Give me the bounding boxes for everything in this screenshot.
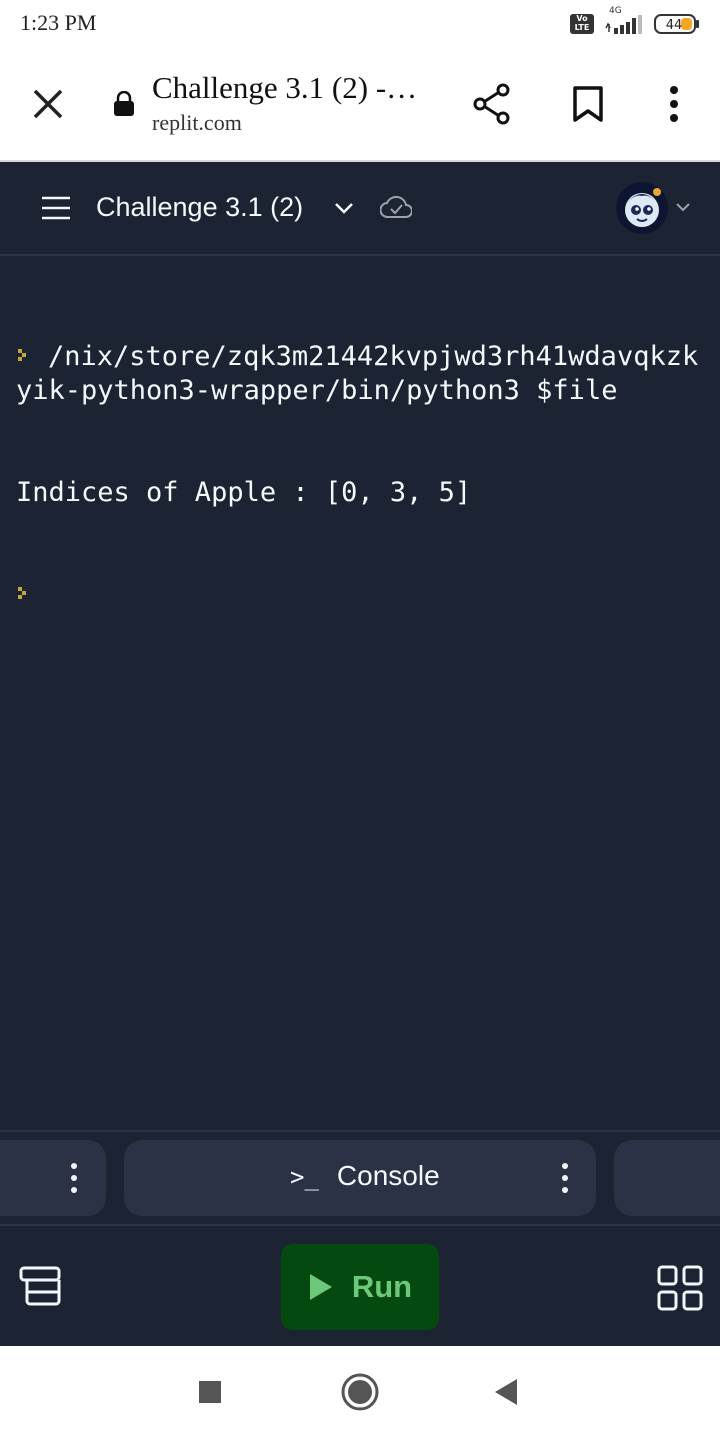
home-button[interactable] bbox=[340, 1372, 380, 1412]
repl-name[interactable]: Challenge 3.1 (2) bbox=[96, 192, 303, 223]
console-line: /nix/store/zqk3m21442kvpjwd3rh41wdavqkzk… bbox=[16, 340, 706, 408]
run-button[interactable]: Run bbox=[281, 1244, 439, 1330]
console-prompt bbox=[16, 578, 706, 612]
console-output[interactable]: /nix/store/zqk3m21442kvpjwd3rh41wdavqkzk… bbox=[0, 256, 720, 1128]
system-nav-bar bbox=[0, 1346, 720, 1440]
prompt-icon bbox=[18, 348, 26, 361]
page-title: Challenge 3.1 (2) -… bbox=[152, 70, 418, 105]
circle-icon bbox=[341, 1373, 379, 1411]
grid-icon bbox=[657, 1265, 703, 1311]
back-button[interactable] bbox=[492, 1378, 520, 1406]
cloud-check-icon[interactable] bbox=[378, 190, 414, 226]
files-icon bbox=[19, 1266, 61, 1306]
status-bar: 1:23 PM Vo LTE 4G 44 bbox=[0, 0, 720, 48]
app-header: Challenge 3.1 (2) bbox=[0, 162, 720, 256]
console-output-line: Indices of Apple : [0, 3, 5] bbox=[16, 477, 472, 508]
menu-icon bbox=[42, 196, 70, 220]
more-options-button[interactable] bbox=[650, 80, 698, 128]
browser-toolbar: Challenge 3.1 (2) -… replit.com bbox=[0, 48, 720, 162]
chevron-down-icon bbox=[676, 203, 690, 212]
chevron-down-icon bbox=[335, 203, 353, 214]
bookmark-icon bbox=[573, 86, 603, 122]
prompt-icon bbox=[18, 586, 26, 599]
console-tab-label: Console bbox=[336, 1160, 440, 1191]
tab-right[interactable] bbox=[614, 1140, 720, 1216]
share-button[interactable] bbox=[468, 80, 516, 128]
lock-icon[interactable] bbox=[110, 88, 138, 120]
files-button[interactable] bbox=[18, 1264, 62, 1308]
tab-console[interactable]: >_ Console bbox=[124, 1140, 596, 1216]
status-time: 1:23 PM bbox=[20, 10, 97, 35]
account-menu-button[interactable] bbox=[672, 194, 694, 220]
battery-level: 44 bbox=[666, 18, 683, 33]
more-vert-icon[interactable] bbox=[69, 1161, 79, 1195]
menu-button[interactable] bbox=[36, 186, 76, 230]
play-icon bbox=[309, 1274, 332, 1300]
avatar[interactable] bbox=[616, 182, 668, 234]
run-label: Run bbox=[351, 1269, 413, 1304]
back-triangle-icon bbox=[495, 1379, 517, 1405]
recent-apps-button[interactable] bbox=[198, 1380, 222, 1404]
tools-button[interactable] bbox=[656, 1264, 704, 1312]
more-vert-icon bbox=[670, 86, 678, 122]
battery-icon: 44 bbox=[654, 14, 699, 34]
terminal-icon: >_ bbox=[290, 1163, 319, 1191]
volte-icon: Vo LTE bbox=[570, 14, 594, 34]
square-icon bbox=[199, 1381, 221, 1403]
more-vert-icon[interactable] bbox=[560, 1161, 570, 1195]
console-command: /nix/store/zqk3m21442kvpjwd3rh41wdavqkzk… bbox=[16, 341, 699, 406]
share-icon bbox=[473, 83, 510, 125]
page-url[interactable]: replit.com bbox=[152, 110, 242, 136]
tab-left[interactable] bbox=[0, 1140, 106, 1216]
bookmark-button[interactable] bbox=[564, 80, 612, 128]
close-icon bbox=[33, 89, 63, 119]
repl-menu-button[interactable] bbox=[326, 190, 362, 226]
bottom-toolbar: Run bbox=[0, 1224, 720, 1346]
pane-tabs: >_ Console bbox=[0, 1130, 720, 1224]
signal-icon bbox=[605, 15, 642, 34]
close-tab-button[interactable] bbox=[24, 80, 72, 128]
